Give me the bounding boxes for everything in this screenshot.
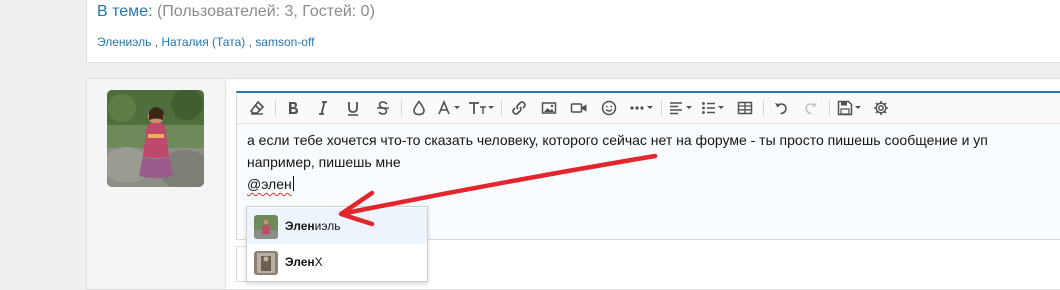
bullet-list-icon (702, 102, 724, 114)
smiley-icon (601, 100, 617, 116)
online-users-list: Элениэль , Наталия (Тата) , samson-off (97, 35, 314, 49)
in-topic-label[interactable]: В теме: (97, 3, 153, 20)
italic-icon (319, 101, 327, 115)
droplet-icon (413, 100, 425, 116)
link-icon (512, 101, 526, 115)
drafts-button[interactable] (835, 93, 865, 123)
list-button[interactable] (699, 93, 729, 123)
editor-line-1: а если тебе хочется что-то сказать челов… (247, 132, 988, 148)
more-dots-icon (630, 106, 653, 110)
undo-icon (775, 103, 787, 115)
font-size-button[interactable] (467, 93, 497, 123)
insert-smilie-button[interactable] (597, 93, 621, 123)
suggestion-avatar (254, 251, 278, 275)
toolbar-separator (275, 100, 276, 116)
toolbar-separator (401, 100, 402, 116)
font-family-button[interactable] (435, 93, 465, 123)
underline-icon (348, 102, 358, 116)
user-link-natalia[interactable]: Наталия (Тата) (161, 35, 245, 49)
eraser-icon (249, 100, 265, 115)
user-separator: , (151, 35, 162, 49)
mention-suggestion-elenieil[interactable]: Элениэль (247, 208, 427, 244)
toolbar-separator (661, 100, 662, 116)
insert-table-button[interactable] (733, 93, 757, 123)
typed-mention: @элен (247, 176, 292, 192)
strikethrough-button[interactable] (371, 93, 395, 123)
online-in-topic-panel: В теме: (Пользователей: 3, Гостей: 0) Эл… (86, 0, 1060, 63)
underline-button[interactable] (341, 93, 365, 123)
redo-button[interactable] (799, 93, 823, 123)
strikethrough-icon (377, 101, 389, 115)
font-a-icon (438, 100, 460, 115)
insert-link-button[interactable] (507, 93, 531, 123)
editor-line-3: @элен (247, 176, 294, 192)
table-icon (737, 101, 753, 115)
suggestion-name: Элениэль (285, 219, 341, 233)
more-insert-button[interactable] (627, 93, 657, 123)
bold-icon (289, 102, 298, 114)
quick-reply-panel: а если тебе хочется что-то сказать челов… (86, 78, 1060, 290)
editor-line-2: например, пишешь мне (247, 154, 401, 170)
avatar[interactable] (107, 90, 204, 187)
toolbar-separator (763, 100, 764, 116)
mention-suggestion-elenx[interactable]: ЭленX (247, 244, 427, 280)
suggestion-avatar (254, 215, 278, 239)
toolbar-separator (829, 100, 830, 116)
video-camera-icon (570, 103, 587, 113)
insert-image-button[interactable] (537, 93, 561, 123)
redo-icon (805, 103, 817, 115)
clear-formatting-button[interactable] (245, 93, 269, 123)
undo-button[interactable] (769, 93, 793, 123)
insert-media-button[interactable] (567, 93, 591, 123)
in-topic-counts: (Пользователей: 3, Гостей: 0) (156, 3, 375, 20)
user-link-elenieil[interactable]: Элениэль (97, 35, 151, 49)
suggestion-name: ЭленX (285, 255, 323, 269)
toolbar-separator (501, 100, 502, 116)
editor-toolbar (237, 93, 1060, 124)
gear-icon (874, 101, 888, 115)
user-link-samson-off[interactable]: samson-off (255, 35, 314, 49)
user-separator: , (245, 35, 256, 49)
save-disk-icon (837, 100, 861, 116)
italic-button[interactable] (311, 93, 335, 123)
in-topic-stats: В теме: (Пользователей: 3, Гостей: 0) (97, 3, 375, 21)
editor-settings-button[interactable] (869, 93, 893, 123)
mention-suggestions: Элениэль ЭленX (246, 206, 428, 282)
text-caret (292, 176, 294, 191)
align-left-icon (670, 102, 692, 115)
text-color-button[interactable] (407, 93, 431, 123)
bold-button[interactable] (281, 93, 305, 123)
text-size-icon (469, 102, 494, 114)
alignment-button[interactable] (667, 93, 697, 123)
reply-user-column (87, 79, 226, 289)
image-icon (541, 102, 557, 114)
